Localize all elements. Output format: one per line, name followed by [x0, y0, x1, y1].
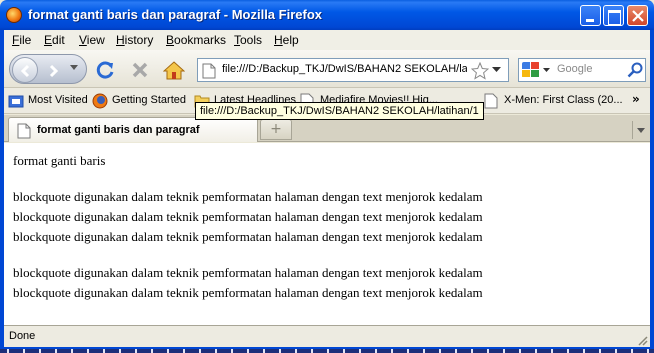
address-bar[interactable]: file:///D:/Backup_TKJ/DwIS/BAHAN2 SEKOLA…: [197, 58, 509, 82]
menu-help[interactable]: Help: [274, 33, 299, 47]
bookmark-label: Most Visited: [28, 94, 88, 106]
tab-list-button[interactable]: [632, 121, 648, 139]
minimize-button[interactable]: [580, 5, 601, 26]
google-icon[interactable]: [522, 62, 540, 78]
window-title: format ganti baris dan paragraf - Mozill…: [28, 7, 322, 22]
status-text: Done: [9, 330, 36, 342]
window-frame-right: [650, 30, 654, 353]
page-icon: [484, 93, 498, 109]
bookmark-star-icon[interactable]: [471, 62, 489, 80]
page-content: format ganti baris blockquote digunakan …: [4, 143, 650, 325]
back-arrow-icon: [20, 64, 30, 78]
page-icon: [202, 63, 216, 79]
forward-arrow-icon: [49, 64, 59, 78]
content-line: blockquote digunakan dalam teknik pemfor…: [13, 209, 483, 224]
browser-window: format ganti baris dan paragraf - Mozill…: [0, 0, 654, 353]
firefox-icon: [92, 93, 108, 109]
search-engine-dropdown-icon[interactable]: [543, 68, 550, 73]
bookmark-x-men[interactable]: X-Men: First Class (20...: [484, 93, 624, 109]
resize-grip-icon[interactable]: [636, 334, 648, 346]
reload-icon[interactable]: [96, 60, 116, 80]
tab-title: format ganti baris dan paragraf: [37, 124, 200, 136]
content-line: format ganti baris: [13, 153, 106, 168]
plus-icon: +: [270, 121, 282, 137]
forward-button[interactable]: [42, 59, 64, 81]
url-input[interactable]: file:///D:/Backup_TKJ/DwIS/BAHAN2 SEKOLA…: [222, 63, 467, 75]
menu-tools[interactable]: Tools: [234, 33, 262, 47]
bookmark-label: X-Men: First Class (20...: [504, 94, 623, 106]
desktop-background: [0, 349, 654, 353]
content-line: blockquote digunakan dalam teknik pemfor…: [13, 265, 483, 280]
menu-bookmarks[interactable]: Bookmarks: [166, 33, 226, 47]
link-tooltip: file:///D:/Backup_TKJ/DwIS/BAHAN2 SEKOLA…: [195, 102, 484, 120]
back-forward-group: [9, 54, 87, 84]
tab-format-ganti-baris[interactable]: format ganti baris dan paragraf: [8, 117, 258, 142]
navigation-toolbar: file:///D:/Backup_TKJ/DwIS/BAHAN2 SEKOLA…: [4, 50, 650, 88]
content-line: blockquote digunakan dalam teknik pemfor…: [13, 229, 483, 244]
menu-edit[interactable]: Edit: [44, 33, 65, 47]
firefox-icon: [6, 7, 22, 23]
menu-file[interactable]: File: [12, 33, 31, 47]
bookmark-label: Getting Started: [112, 94, 186, 106]
bookmark-most-visited[interactable]: Most Visited: [8, 93, 92, 109]
maximize-button[interactable]: [603, 5, 624, 26]
status-bar: Done: [4, 325, 650, 347]
content-line: blockquote digunakan dalam teknik pemfor…: [13, 285, 483, 300]
url-dropdown-icon[interactable]: [492, 67, 501, 73]
close-button[interactable]: [627, 5, 648, 26]
menu-history[interactable]: History: [116, 33, 153, 47]
new-tab-button[interactable]: +: [260, 119, 292, 140]
chevron-down-icon: [637, 128, 645, 133]
back-button[interactable]: [12, 57, 38, 83]
title-bar[interactable]: format ganti baris dan paragraf - Mozill…: [0, 0, 654, 30]
close-icon: [632, 10, 644, 22]
bookmarks-overflow-chevron-icon[interactable]: »: [632, 92, 640, 106]
content-line: blockquote digunakan dalam teknik pemfor…: [13, 189, 483, 204]
page-icon: [17, 123, 31, 139]
stop-icon[interactable]: [130, 60, 150, 80]
menu-bar: File Edit View History Bookmarks Tools H…: [4, 30, 650, 50]
search-icon[interactable]: [627, 62, 643, 78]
search-box[interactable]: Google: [518, 58, 646, 82]
menu-view[interactable]: View: [79, 33, 105, 47]
bookmark-getting-started[interactable]: Getting Started: [92, 93, 192, 109]
home-icon[interactable]: [163, 60, 185, 80]
bookmarks-folder-icon: [8, 95, 24, 108]
search-input[interactable]: Google: [557, 63, 592, 75]
history-dropdown-icon[interactable]: [70, 65, 78, 71]
